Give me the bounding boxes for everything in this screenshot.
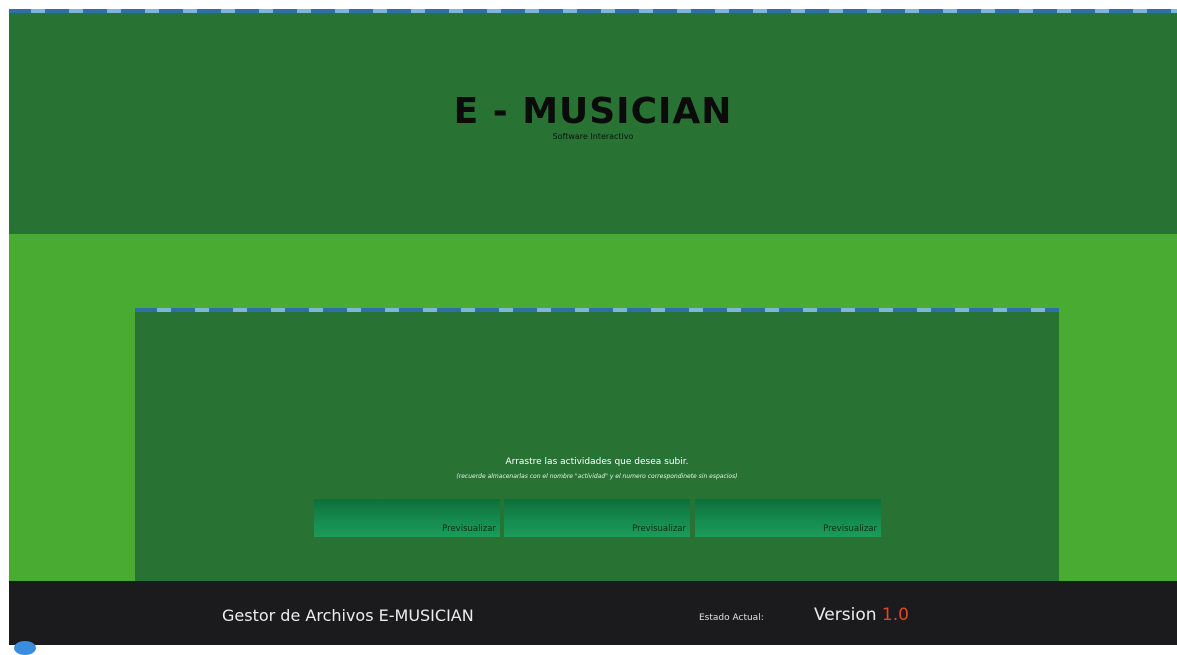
version-number: 1.0 [881,605,909,625]
header-banner: E - MUSICIAN Software Interactivo [9,9,1177,234]
preview-button[interactable]: Previsualizar [442,524,496,534]
preview-button[interactable]: Previsualizar [632,524,686,534]
drop-slot-2[interactable]: Previsualizar [504,499,690,537]
app-window: E - MUSICIAN Software Interactivo Arrast… [9,9,1177,645]
footer-title: Gestor de Archivos E-MUSICIAN [222,606,474,625]
app-subtitle: Software Interactivo [552,132,634,141]
app-title: E - MUSICIAN [453,91,733,132]
preview-button[interactable]: Previsualizar [823,524,877,534]
panel-top-stripe [135,308,1059,312]
drop-slot-3[interactable]: Previsualizar [695,499,881,537]
header-top-stripe [9,9,1177,13]
upload-hint: (recuerde almacenarlas con el nombre "ac… [456,473,738,480]
upload-instructions: Arrastre las actividades que desea subir… [505,457,689,467]
footer-bar: Gestor de Archivos E-MUSICIAN Estado Act… [9,581,1177,645]
version-label: Version [814,605,877,625]
status-label: Estado Actual: [699,613,764,623]
corner-circle-icon [14,641,36,655]
version-readout: Version 1.0 [814,605,909,625]
drop-slot-1[interactable]: Previsualizar [314,499,500,537]
upload-panel[interactable]: Arrastre las actividades que desea subir… [135,308,1059,581]
